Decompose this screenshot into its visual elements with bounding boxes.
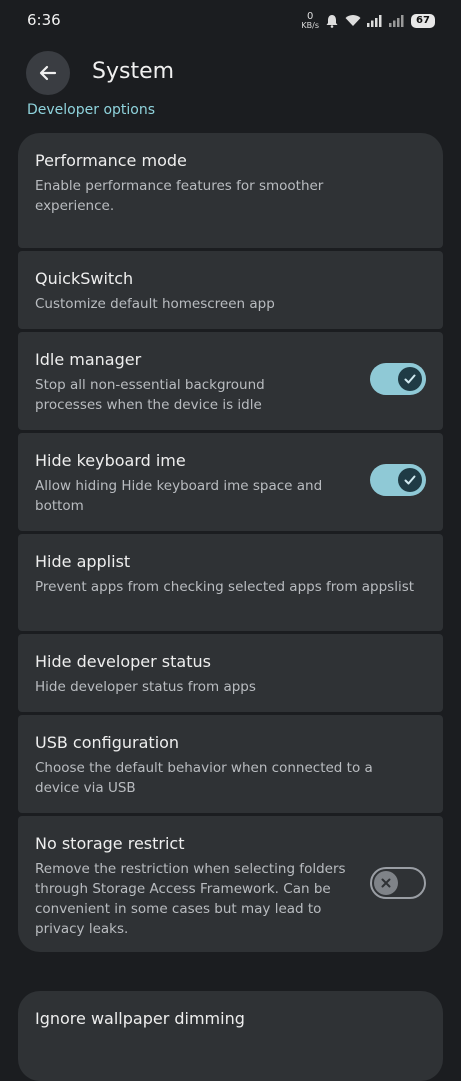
section-header: Developer options — [27, 102, 156, 118]
setting-title: USB configuration — [35, 733, 180, 752]
no-storage-restrict-toggle[interactable] — [370, 867, 426, 899]
signal-secondary-icon — [389, 15, 404, 27]
setting-title: Idle manager — [35, 350, 142, 369]
setting-hide-developer-status[interactable]: Hide developer status Hide developer sta… — [18, 634, 443, 712]
setting-title: No storage restrict — [35, 834, 185, 853]
setting-subtitle: Stop all non-essential background proces… — [35, 377, 265, 413]
setting-quickswitch[interactable]: QuickSwitch Customize default homescreen… — [18, 251, 443, 329]
setting-subtitle: Customize default homescreen app — [35, 296, 275, 312]
network-speed: 0 KB/s — [301, 12, 319, 30]
check-icon — [404, 475, 416, 485]
toggle-knob — [374, 871, 398, 895]
setting-title: Performance mode — [35, 151, 187, 170]
status-bar: 6:36 0 KB/s 67 — [0, 0, 461, 40]
status-icons: 0 KB/s 67 — [301, 12, 435, 30]
setting-subtitle: Enable performance features for smoother… — [35, 178, 324, 214]
setting-performance-mode[interactable]: Performance mode Enable performance feat… — [18, 133, 443, 248]
signal-icon — [367, 15, 382, 27]
setting-subtitle: Choose the default behavior when connect… — [35, 760, 373, 796]
setting-subtitle: Allow hiding Hide keyboard ime space and… — [35, 478, 323, 514]
setting-ignore-wallpaper-dimming[interactable]: Ignore wallpaper dimming — [18, 991, 443, 1081]
setting-idle-manager[interactable]: Idle manager Stop all non-essential back… — [18, 332, 443, 430]
wifi-icon — [345, 15, 361, 26]
x-icon — [381, 878, 391, 888]
notification-bell-icon — [326, 14, 338, 28]
setting-subtitle: Prevent apps from checking selected apps… — [35, 579, 415, 595]
toggle-knob — [398, 468, 422, 492]
app-bar: System — [0, 45, 461, 105]
setting-subtitle: Remove the restriction when selecting fo… — [35, 861, 346, 937]
setting-title: Hide keyboard ime — [35, 451, 186, 470]
setting-subtitle: Hide developer status from apps — [35, 679, 256, 695]
setting-no-storage-restrict[interactable]: No storage restrict Remove the restricti… — [18, 816, 443, 952]
toggle-knob — [398, 367, 422, 391]
setting-usb-configuration[interactable]: USB configuration Choose the default beh… — [18, 715, 443, 813]
page-title: System — [92, 59, 175, 84]
setting-title: Hide developer status — [35, 652, 211, 671]
battery-indicator: 67 — [411, 13, 435, 28]
idle-manager-toggle[interactable] — [370, 363, 426, 395]
setting-hide-applist[interactable]: Hide applist Prevent apps from checking … — [18, 534, 443, 631]
network-speed-unit: KB/s — [301, 21, 319, 30]
hide-keyboard-ime-toggle[interactable] — [370, 464, 426, 496]
setting-title: Hide applist — [35, 552, 131, 571]
check-icon — [404, 374, 416, 384]
arrow-left-icon — [39, 65, 57, 81]
setting-title: Ignore wallpaper dimming — [35, 1009, 245, 1028]
setting-title: QuickSwitch — [35, 269, 134, 288]
setting-hide-keyboard-ime[interactable]: Hide keyboard ime Allow hiding Hide keyb… — [18, 433, 443, 531]
back-button[interactable] — [26, 51, 70, 95]
status-time: 6:36 — [27, 11, 61, 29]
